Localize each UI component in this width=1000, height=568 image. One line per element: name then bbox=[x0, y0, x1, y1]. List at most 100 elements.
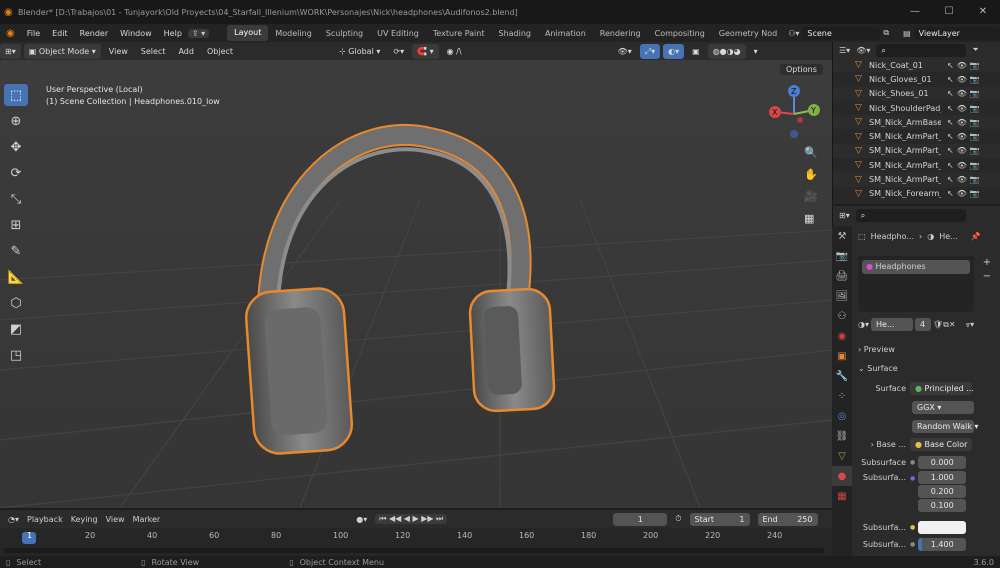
pin-icon[interactable]: 📌 bbox=[971, 232, 981, 241]
visibility-toggle-icons[interactable]: ↖👁📷 bbox=[947, 89, 983, 98]
tab-shading[interactable]: Shading bbox=[491, 29, 538, 38]
distribution-dropdown[interactable]: GGX ▾ bbox=[912, 401, 974, 414]
viewport-scene[interactable] bbox=[0, 60, 832, 508]
overlay-icon[interactable]: ◐▾ bbox=[663, 43, 685, 59]
mode-dropdown[interactable]: ▣ Object Mode ▾ bbox=[23, 43, 101, 59]
editor-type-icon[interactable]: ⊞▾ bbox=[0, 43, 21, 59]
subsurface-radius-x[interactable]: 1.000 bbox=[918, 471, 967, 484]
menu-help[interactable]: Help bbox=[158, 29, 188, 38]
texture-tab-icon[interactable]: ▦ bbox=[832, 486, 852, 506]
tab-animation[interactable]: Animation bbox=[538, 29, 593, 38]
outliner-editor-icon[interactable]: ☰▾ bbox=[839, 46, 850, 55]
outliner-row[interactable]: ▽ SM_Nick_ArmPart_0 ↖👁📷 bbox=[833, 158, 1000, 172]
material-slot[interactable]: ● Headphones bbox=[862, 260, 970, 274]
surface-panel-header[interactable]: ⌄ Surface bbox=[858, 359, 998, 378]
move-icon[interactable]: ✥ bbox=[4, 136, 28, 158]
visibility-toggle-icons[interactable]: ↖👁📷 bbox=[947, 189, 983, 198]
visibility-toggle-icons[interactable]: ↖👁📷 bbox=[947, 132, 983, 141]
timeline-editor-icon[interactable]: ◔▾ bbox=[8, 515, 19, 524]
render-tab-icon[interactable]: 📷 bbox=[832, 246, 852, 266]
tab-compositing[interactable]: Compositing bbox=[648, 29, 712, 38]
menu-playback[interactable]: Playback bbox=[27, 515, 63, 524]
extrude-icon[interactable]: ◳ bbox=[4, 344, 28, 366]
tab-uv-editing[interactable]: UV Editing bbox=[370, 29, 426, 38]
visibility-toggle-icons[interactable]: ↖👁📷 bbox=[947, 75, 983, 84]
pivot-icon[interactable]: ⟳▾ bbox=[388, 44, 409, 59]
gizmo-toggle-icon[interactable]: ⤢▾ bbox=[639, 43, 661, 59]
minimize-button[interactable]: — bbox=[898, 0, 932, 24]
outliner-row[interactable]: ▽ SM_Nick_ArmPart_0 ↖👁📷 bbox=[833, 143, 1000, 159]
link-icon[interactable]: ⩔▾ bbox=[966, 320, 975, 330]
outliner-search[interactable]: ⌕ bbox=[876, 43, 967, 57]
menu-view[interactable]: View bbox=[104, 44, 133, 59]
zoom-icon[interactable]: 🔍 bbox=[804, 146, 824, 168]
grid-view-icon[interactable]: ▦ bbox=[804, 212, 824, 234]
scene-selector[interactable]: Scene bbox=[802, 26, 881, 40]
options-button[interactable]: Options bbox=[780, 64, 823, 75]
timeline-ruler[interactable]: 1 20 40 60 80 100 120 140 160 180 200 220 240 bbox=[0, 528, 832, 544]
subsurface-method-dropdown[interactable]: Random Walk ▾ bbox=[912, 420, 978, 433]
current-frame-field[interactable]: 1 bbox=[613, 512, 668, 526]
filter-icon[interactable]: ⏷ bbox=[972, 45, 978, 55]
visibility-toggle-icons[interactable]: ↖👁📷 bbox=[947, 175, 983, 184]
properties-search[interactable]: ⌕ bbox=[855, 208, 966, 222]
menu-select[interactable]: Select bbox=[136, 44, 171, 59]
shear-icon[interactable]: ◩ bbox=[4, 318, 28, 340]
scale-icon[interactable]: ⤡ bbox=[4, 188, 28, 210]
outliner-row[interactable]: ▽ Nick_Shoes_01 ↖👁📷 bbox=[833, 86, 1000, 101]
measure-icon[interactable]: 📐 bbox=[4, 266, 28, 288]
menu-timeline-view[interactable]: View bbox=[106, 515, 125, 524]
visibility-icon[interactable]: 👁▾ bbox=[613, 44, 637, 59]
tab-layout[interactable]: Layout bbox=[227, 25, 269, 41]
menu-render[interactable]: Render bbox=[74, 29, 114, 38]
outliner-row[interactable]: ▽ Nick_Coat_01 ↖👁📷 bbox=[833, 58, 1000, 73]
tab-rendering[interactable]: Rendering bbox=[593, 29, 648, 38]
tab-texture-paint[interactable]: Texture Paint bbox=[426, 29, 492, 38]
outliner-row[interactable]: ▽ Nick_ShoulderPad_0 ↖👁📷 bbox=[833, 101, 1000, 115]
snap-icon[interactable]: 🧲 ▾ bbox=[412, 43, 439, 59]
menu-window[interactable]: Window bbox=[114, 29, 158, 38]
visibility-toggle-icons[interactable]: ↖👁📷 bbox=[947, 61, 983, 70]
outliner-row[interactable]: ▽ SM_Nick_ArmBase_(↖👁📷 bbox=[833, 115, 1000, 130]
frame-start-field[interactable]: Start 1 bbox=[689, 512, 750, 526]
pan-hand-icon[interactable]: ✋ bbox=[804, 168, 824, 190]
outliner-row[interactable]: ▽ SM_Nick_ArmPart_0 ↖👁📷 bbox=[833, 172, 1000, 187]
material-users-field[interactable]: 4 bbox=[915, 318, 931, 331]
shading-modes-icon[interactable]: ◍●◑◕ bbox=[707, 43, 746, 59]
physics-tab-icon[interactable]: ◎ bbox=[832, 406, 852, 426]
blender-menu-icon[interactable]: ◉ bbox=[0, 28, 21, 39]
outliner-row[interactable]: ▽ Nick_Gloves_01 ↖👁📷 bbox=[833, 72, 1000, 86]
world-tab-icon[interactable]: ◉ bbox=[832, 326, 852, 346]
subsurface-radius-y[interactable]: 0.200 bbox=[918, 485, 967, 498]
record-icon[interactable]: ●▾ bbox=[356, 515, 367, 524]
transform-orientation-dropdown[interactable]: ⊹ Global ▾ bbox=[334, 44, 385, 59]
visibility-toggle-icons[interactable]: ↖👁📷 bbox=[947, 118, 983, 127]
frame-end-field[interactable]: End 250 bbox=[757, 512, 818, 526]
playback-controls[interactable]: ⏮ ◀◀ ◀ ▶ ▶▶ ⏭ bbox=[375, 514, 448, 524]
material-browse-icon[interactable]: ◑▾ bbox=[858, 320, 869, 329]
view-layer-tab-icon[interactable]: 🖼 bbox=[832, 286, 852, 306]
tool-tab-icon[interactable]: ⚒ bbox=[832, 226, 852, 246]
subsurface-field[interactable]: 0.000 bbox=[918, 456, 967, 469]
maximize-button[interactable]: ☐ bbox=[932, 0, 966, 24]
tab-geometry-nodes[interactable]: Geometry Nod bbox=[712, 29, 784, 38]
rotate-icon[interactable]: ⟳ bbox=[4, 162, 28, 184]
output-tab-icon[interactable]: 🖨 bbox=[832, 266, 852, 286]
navigation-gizmo[interactable]: Z Y X bbox=[766, 82, 826, 146]
menu-add[interactable]: Add bbox=[173, 44, 199, 59]
particles-tab-icon[interactable]: ⁘ bbox=[832, 386, 852, 406]
annotate-icon[interactable]: ✎ bbox=[4, 240, 28, 262]
cursor-icon[interactable]: ⊕ bbox=[4, 110, 28, 132]
shading-popover-icon[interactable]: ▾ bbox=[749, 44, 763, 59]
tab-modeling[interactable]: Modeling bbox=[268, 29, 318, 38]
select-box-icon[interactable]: ⬚ bbox=[4, 84, 28, 106]
material-slots[interactable]: ● Headphones bbox=[858, 256, 974, 312]
base-color-field[interactable]: ● Base Color bbox=[910, 438, 972, 451]
subsurface-color-swatch[interactable] bbox=[918, 521, 967, 534]
tab-sculpting[interactable]: Sculpting bbox=[319, 29, 370, 38]
menu-keying[interactable]: Keying bbox=[71, 515, 98, 524]
visibility-toggle-icons[interactable]: ↖👁📷 bbox=[947, 161, 983, 170]
subsurface-radius-z[interactable]: 0.100 bbox=[918, 499, 967, 512]
scene-new-icon[interactable]: ⧉ bbox=[883, 28, 889, 38]
viewlayer-selector[interactable]: ViewLayer bbox=[913, 26, 1000, 40]
